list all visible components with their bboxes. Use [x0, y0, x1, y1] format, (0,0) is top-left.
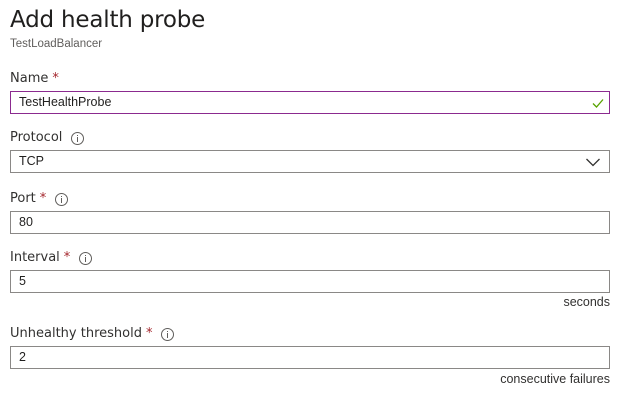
- name-input[interactable]: TestHealthProbe: [10, 91, 610, 114]
- info-icon[interactable]: [79, 251, 93, 265]
- interval-label: Interval: [10, 250, 60, 265]
- info-icon[interactable]: [161, 327, 175, 341]
- page-subtitle: TestLoadBalancer: [10, 38, 103, 50]
- protocol-dropdown[interactable]: TCP: [10, 150, 610, 173]
- interval-unit-label: seconds: [563, 295, 610, 309]
- port-input[interactable]: 80: [10, 211, 610, 234]
- interval-input-value: 5: [19, 274, 26, 288]
- name-label: Name: [10, 71, 49, 86]
- required-marker: *: [39, 191, 47, 206]
- port-label: Port: [10, 191, 36, 206]
- required-marker: *: [145, 326, 153, 341]
- name-input-value: TestHealthProbe: [19, 95, 112, 109]
- unhealthy-threshold-unit-label: consecutive failures: [500, 372, 610, 386]
- unhealthy-threshold-input-value: 2: [19, 350, 26, 364]
- info-icon[interactable]: [55, 192, 69, 206]
- checkmark-icon: [592, 99, 604, 108]
- protocol-label: Protocol: [10, 130, 63, 145]
- unhealthy-threshold-label-row: Unhealthy threshold *: [10, 325, 175, 343]
- name-label-row: Name *: [10, 70, 59, 88]
- protocol-selected-value: TCP: [19, 154, 44, 168]
- unhealthy-threshold-input[interactable]: 2: [10, 346, 610, 369]
- chevron-down-icon: [586, 158, 600, 167]
- required-marker: *: [63, 250, 71, 265]
- info-icon[interactable]: [71, 131, 85, 145]
- required-marker: *: [52, 71, 59, 86]
- port-input-value: 80: [19, 215, 33, 229]
- page-title: Add health probe: [10, 7, 206, 33]
- unhealthy-threshold-label: Unhealthy threshold: [10, 326, 142, 341]
- protocol-label-row: Protocol: [10, 129, 85, 147]
- port-label-row: Port *: [10, 190, 69, 208]
- interval-label-row: Interval *: [10, 249, 93, 267]
- interval-input[interactable]: 5: [10, 270, 610, 293]
